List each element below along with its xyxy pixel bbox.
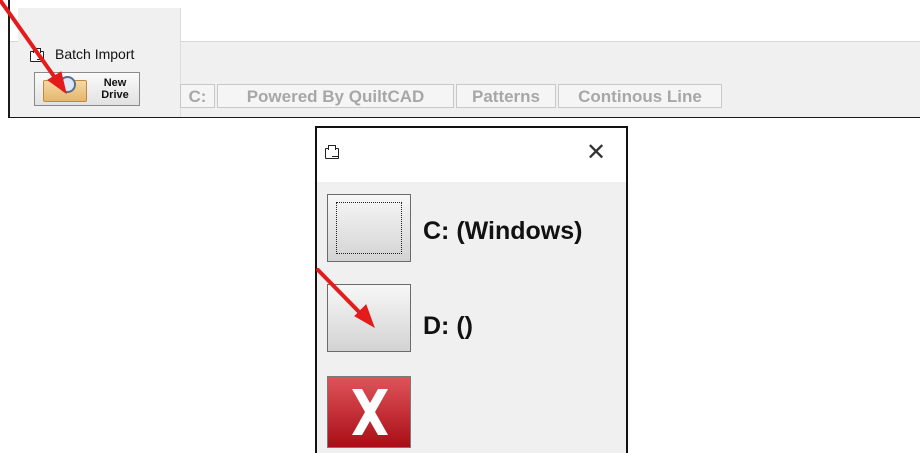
red-x-icon [346, 377, 394, 447]
folder-icon [30, 48, 44, 62]
new-drive-label-line2: Drive [101, 89, 129, 101]
drive-d-label: D: () [423, 312, 473, 340]
path-segment-drive[interactable]: C: [180, 84, 215, 108]
close-icon[interactable]: ✕ [586, 138, 606, 167]
path-segment-continous-line[interactable]: Continous Line [558, 84, 722, 108]
new-drive-button[interactable]: New Drive [34, 72, 140, 106]
new-drive-label-line1: New [103, 77, 127, 89]
new-drive-label: New Drive [93, 77, 137, 101]
drive-select-dialog: ✕ C: (Windows) D: () [315, 126, 628, 453]
path-segment-folder[interactable]: Powered By QuiltCAD [217, 84, 454, 108]
window-title: Batch Import [55, 46, 135, 62]
dialog-titlebar [317, 128, 626, 182]
folder-icon [325, 145, 339, 159]
drive-c-label: C: (Windows) [423, 217, 583, 245]
drive-c-button[interactable] [327, 194, 411, 262]
path-segment-patterns[interactable]: Patterns [456, 84, 556, 108]
drive-d-button[interactable] [327, 284, 411, 352]
magnifier-icon [59, 76, 76, 93]
cancel-button[interactable] [327, 376, 411, 448]
